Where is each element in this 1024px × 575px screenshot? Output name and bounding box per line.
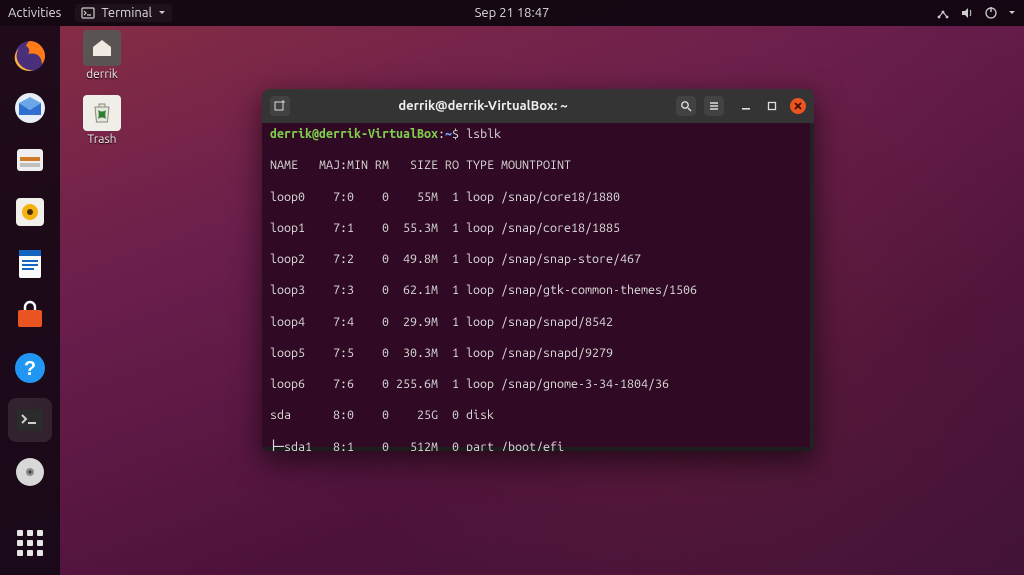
dock-thunderbird[interactable]: [8, 86, 52, 130]
terminal-window: derrik@derrik-VirtualBox: ~ derrik@derri…: [262, 89, 814, 451]
status-area[interactable]: [936, 6, 1016, 20]
maximize-button[interactable]: [764, 98, 780, 114]
trash-label: Trash: [87, 133, 116, 146]
terminal-scrollbar[interactable]: [810, 123, 814, 451]
window-titlebar[interactable]: derrik@derrik-VirtualBox: ~: [262, 89, 814, 123]
terminal-output[interactable]: derrik@derrik-VirtualBox:~$ lsblk NAME M…: [262, 123, 810, 447]
hamburger-icon: [708, 100, 720, 112]
tab-plus-icon: [274, 100, 286, 112]
home-folder-icon[interactable]: derrik: [78, 30, 126, 81]
minimize-icon: [741, 101, 751, 111]
active-app-label: Terminal: [101, 6, 152, 20]
close-icon: [793, 101, 803, 111]
power-icon: [984, 6, 998, 20]
search-button[interactable]: [676, 96, 696, 116]
minimize-button[interactable]: [738, 98, 754, 114]
dock-firefox[interactable]: [8, 34, 52, 78]
close-button[interactable]: [790, 98, 806, 114]
dock-rhythmbox[interactable]: [8, 190, 52, 234]
network-icon: [936, 6, 950, 20]
volume-icon: [960, 6, 974, 20]
window-title: derrik@derrik-VirtualBox: ~: [298, 99, 668, 113]
dock-libreoffice-writer[interactable]: [8, 242, 52, 286]
dock: ?: [0, 26, 60, 575]
menu-button[interactable]: [704, 96, 724, 116]
top-bar: Activities Terminal Sep 21 18:47: [0, 0, 1024, 26]
chevron-down-icon: [1008, 9, 1016, 17]
new-tab-button[interactable]: [270, 96, 290, 116]
dock-software[interactable]: [8, 294, 52, 338]
show-applications[interactable]: [8, 521, 52, 565]
home-folder-label: derrik: [86, 68, 118, 81]
dock-files[interactable]: [8, 138, 52, 182]
trash-icon[interactable]: Trash: [78, 95, 126, 146]
search-icon: [680, 100, 692, 112]
maximize-icon: [767, 101, 777, 111]
svg-text:?: ?: [24, 358, 36, 380]
terminal-icon: [81, 6, 95, 20]
dock-help[interactable]: ?: [8, 346, 52, 390]
dock-terminal[interactable]: [8, 398, 52, 442]
activities-button[interactable]: Activities: [8, 6, 61, 20]
active-app-menu[interactable]: Terminal: [75, 4, 172, 22]
chevron-down-icon: [158, 9, 166, 17]
dock-disc[interactable]: [8, 450, 52, 494]
clock[interactable]: Sep 21 18:47: [475, 6, 550, 20]
